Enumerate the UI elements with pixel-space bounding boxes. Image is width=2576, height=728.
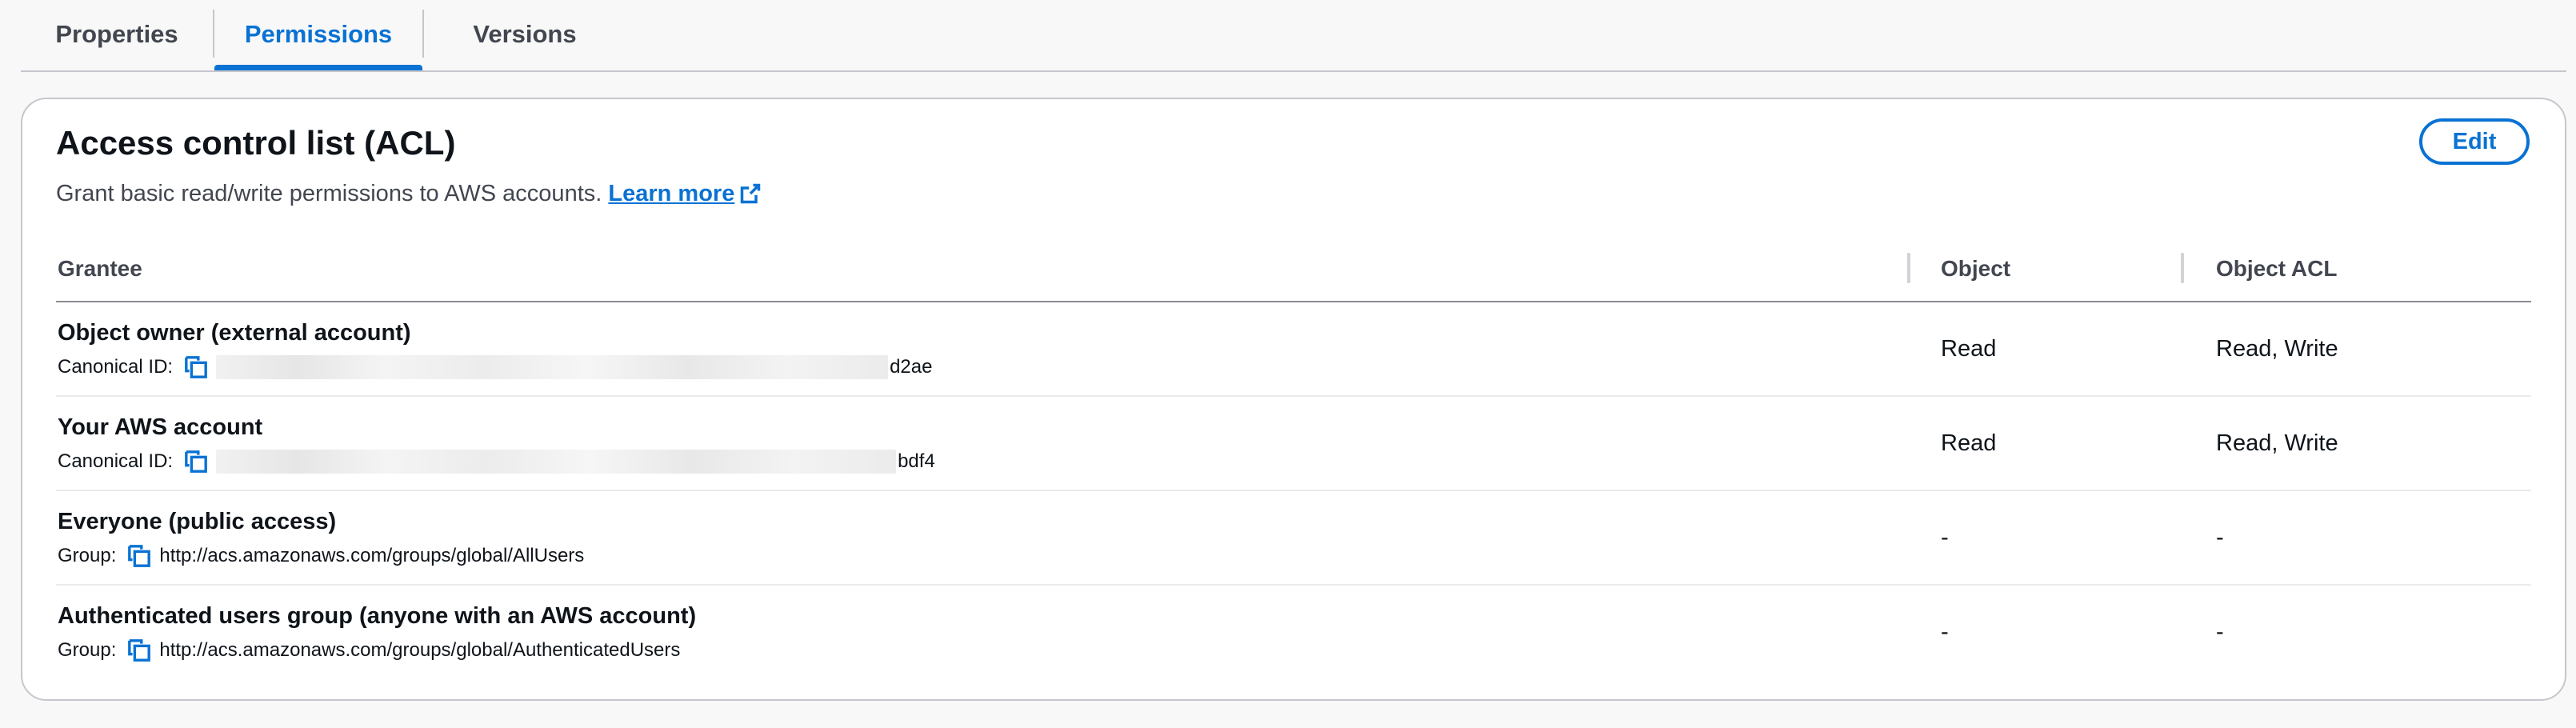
column-header-object-acl: Object ACL (2216, 256, 2338, 281)
external-link-icon (741, 183, 761, 204)
column-header-grantee: Grantee (58, 256, 142, 281)
copy-icon[interactable] (127, 638, 151, 662)
edit-button[interactable]: Edit (2419, 118, 2530, 165)
grantee-name: Everyone (public access) (58, 509, 337, 534)
group-uri: http://acs.amazonaws.com/groups/global/A… (159, 639, 681, 661)
tab-bar: Properties Permissions Versions (21, 0, 2566, 72)
learn-more-label: Learn more (608, 181, 735, 206)
canonical-id-label: Canonical ID: (58, 356, 174, 378)
grantee-detail: Canonical ID: bdf4 (58, 450, 935, 474)
copy-icon[interactable] (127, 544, 151, 568)
canonical-id-label: Canonical ID: (58, 450, 174, 472)
object-permission: - (1941, 524, 1949, 550)
canonical-id-value: bdf4 (898, 450, 935, 472)
panel-description: Grant basic read/write permissions to AW… (56, 179, 762, 210)
redacted-id (216, 355, 889, 379)
grantee-name: Object owner (external account) (58, 320, 411, 346)
object-acl-permission: - (2216, 524, 2224, 550)
object-permission: Read (1941, 430, 1997, 456)
acl-table: Grantee Object Object ACL Object owner (… (56, 237, 2531, 678)
grantee-detail: Canonical ID: d2ae (58, 355, 932, 379)
table-header: Grantee Object Object ACL (56, 237, 2531, 302)
table-row: Everyone (public access) Group: http://a… (56, 491, 2531, 586)
grantee-detail: Group: http://acs.amazonaws.com/groups/g… (58, 544, 584, 568)
column-header-object: Object (1941, 256, 2011, 281)
tab-properties[interactable]: Properties (21, 0, 213, 69)
tab-versions[interactable]: Versions (424, 0, 626, 69)
tab-permissions[interactable]: Permissions (214, 0, 422, 70)
column-resizer[interactable] (1907, 253, 1910, 283)
canonical-id-value: d2ae (890, 356, 933, 378)
group-label: Group: (58, 545, 117, 566)
table-row: Your AWS account Canonical ID: bdf4 Read… (56, 397, 2531, 491)
acl-panel: Access control list (ACL) Grant basic re… (21, 98, 2566, 701)
grantee-name: Authenticated users group (anyone with a… (58, 603, 697, 629)
group-uri: http://acs.amazonaws.com/groups/global/A… (159, 545, 585, 566)
learn-more-link[interactable]: Learn more (608, 181, 762, 206)
object-acl-permission: Read, Write (2216, 430, 2338, 456)
grantee-name: Your AWS account (58, 414, 263, 440)
copy-icon[interactable] (184, 450, 208, 474)
grantee-detail: Group: http://acs.amazonaws.com/groups/g… (58, 638, 680, 662)
panel-title: Access control list (ACL) (56, 124, 456, 162)
table-row: Authenticated users group (anyone with a… (56, 586, 2531, 678)
redacted-id (216, 450, 897, 474)
copy-icon[interactable] (184, 355, 208, 379)
description-text: Grant basic read/write permissions to AW… (56, 181, 602, 206)
table-row: Object owner (external account) Canonica… (56, 302, 2531, 397)
object-acl-permission: Read, Write (2216, 335, 2338, 362)
object-permission: - (1941, 618, 1949, 645)
object-permission: Read (1941, 335, 1997, 362)
object-acl-permission: - (2216, 618, 2224, 645)
column-resizer[interactable] (2181, 253, 2184, 283)
group-label: Group: (58, 639, 117, 661)
